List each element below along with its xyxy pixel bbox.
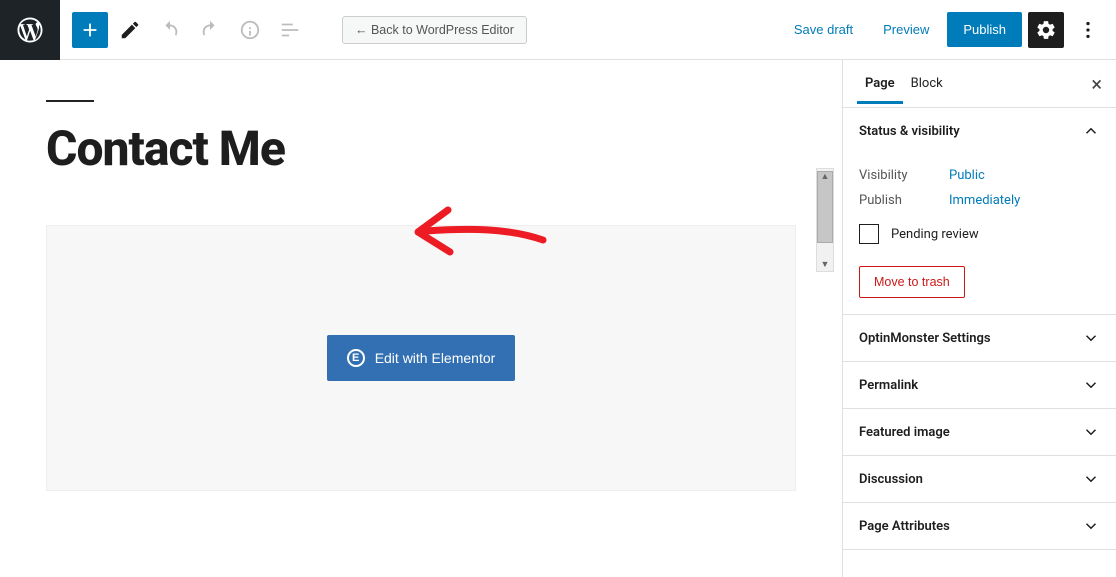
chevron-down-icon <box>1082 376 1100 394</box>
chevron-down-icon <box>1082 423 1100 441</box>
top-toolbar: ← Back to WordPress Editor Save draft Pr… <box>0 0 1116 60</box>
panel-title: Page Attributes <box>859 519 950 534</box>
list-view-button[interactable] <box>272 12 308 48</box>
panel-discussion: Discussion <box>843 456 1116 503</box>
panel-status-visibility: Status & visibility Visibility Public Pu… <box>843 108 1116 315</box>
panel-header-optinmonster[interactable]: OptinMonster Settings <box>843 315 1116 361</box>
panel-featured-image: Featured image <box>843 409 1116 456</box>
page-title-block[interactable]: Contact Me <box>46 100 796 177</box>
visibility-value[interactable]: Public <box>949 168 985 183</box>
settings-button[interactable] <box>1028 12 1064 48</box>
move-to-trash-button[interactable]: Move to trash <box>859 266 965 298</box>
panel-header-page-attributes[interactable]: Page Attributes <box>843 503 1116 549</box>
chevron-down-icon <box>1082 329 1100 347</box>
back-to-wp-editor-button[interactable]: ← Back to WordPress Editor <box>342 16 527 44</box>
chevron-up-icon <box>1082 122 1100 140</box>
preview-button[interactable]: Preview <box>871 14 941 45</box>
vertical-scrollbar[interactable]: ▲ ▼ <box>816 168 834 272</box>
panel-title: OptinMonster Settings <box>859 331 991 346</box>
editor-canvas: Contact Me E Edit with Elementor ▲ ▼ <box>0 60 842 577</box>
chevron-down-icon <box>1082 517 1100 535</box>
title-rule <box>46 100 94 102</box>
toolbar-left: ← Back to WordPress Editor <box>60 12 527 48</box>
elementor-icon: E <box>347 349 365 367</box>
pending-review-checkbox[interactable] <box>859 224 879 244</box>
edit-with-elementor-button[interactable]: E Edit with Elementor <box>327 335 516 381</box>
redo-button[interactable] <box>192 12 228 48</box>
add-block-button[interactable] <box>72 12 108 48</box>
elementor-placeholder: E Edit with Elementor <box>46 225 796 491</box>
settings-sidebar: Page Block × Status & visibility Visibil… <box>842 60 1116 577</box>
undo-button[interactable] <box>152 12 188 48</box>
publish-button[interactable]: Publish <box>947 12 1022 47</box>
panel-header-status[interactable]: Status & visibility <box>843 108 1116 154</box>
toolbar-right: Save draft Preview Publish <box>782 12 1116 48</box>
scroll-up-icon[interactable]: ▲ <box>817 169 833 183</box>
panel-title: Permalink <box>859 378 918 393</box>
panel-title: Discussion <box>859 472 923 487</box>
elementor-button-label: Edit with Elementor <box>375 350 496 366</box>
publish-value[interactable]: Immediately <box>949 193 1020 208</box>
edit-mode-button[interactable] <box>112 12 148 48</box>
publish-label: Publish <box>859 193 949 208</box>
page-title[interactable]: Contact Me <box>46 120 796 177</box>
chevron-down-icon <box>1082 470 1100 488</box>
panel-permalink: Permalink <box>843 362 1116 409</box>
sidebar-tabs: Page Block × <box>843 60 1116 108</box>
tab-block[interactable]: Block <box>903 63 951 104</box>
scroll-down-icon[interactable]: ▼ <box>817 257 833 271</box>
tab-page[interactable]: Page <box>857 63 903 104</box>
visibility-label: Visibility <box>859 168 949 183</box>
pending-review-label: Pending review <box>891 227 979 242</box>
panel-header-discussion[interactable]: Discussion <box>843 456 1116 502</box>
save-draft-button[interactable]: Save draft <box>782 14 865 45</box>
panel-header-permalink[interactable]: Permalink <box>843 362 1116 408</box>
panel-body-status: Visibility Public Publish Immediately Pe… <box>843 154 1116 314</box>
panel-header-featured-image[interactable]: Featured image <box>843 409 1116 455</box>
panel-title: Status & visibility <box>859 124 960 139</box>
close-sidebar-button[interactable]: × <box>1091 72 1102 96</box>
more-options-button[interactable] <box>1070 12 1106 48</box>
pending-review-row[interactable]: Pending review <box>859 224 1100 244</box>
info-button[interactable] <box>232 12 268 48</box>
panel-optinmonster: OptinMonster Settings <box>843 315 1116 362</box>
panel-title: Featured image <box>859 425 950 440</box>
wordpress-logo[interactable] <box>0 0 60 60</box>
panel-page-attributes: Page Attributes <box>843 503 1116 550</box>
